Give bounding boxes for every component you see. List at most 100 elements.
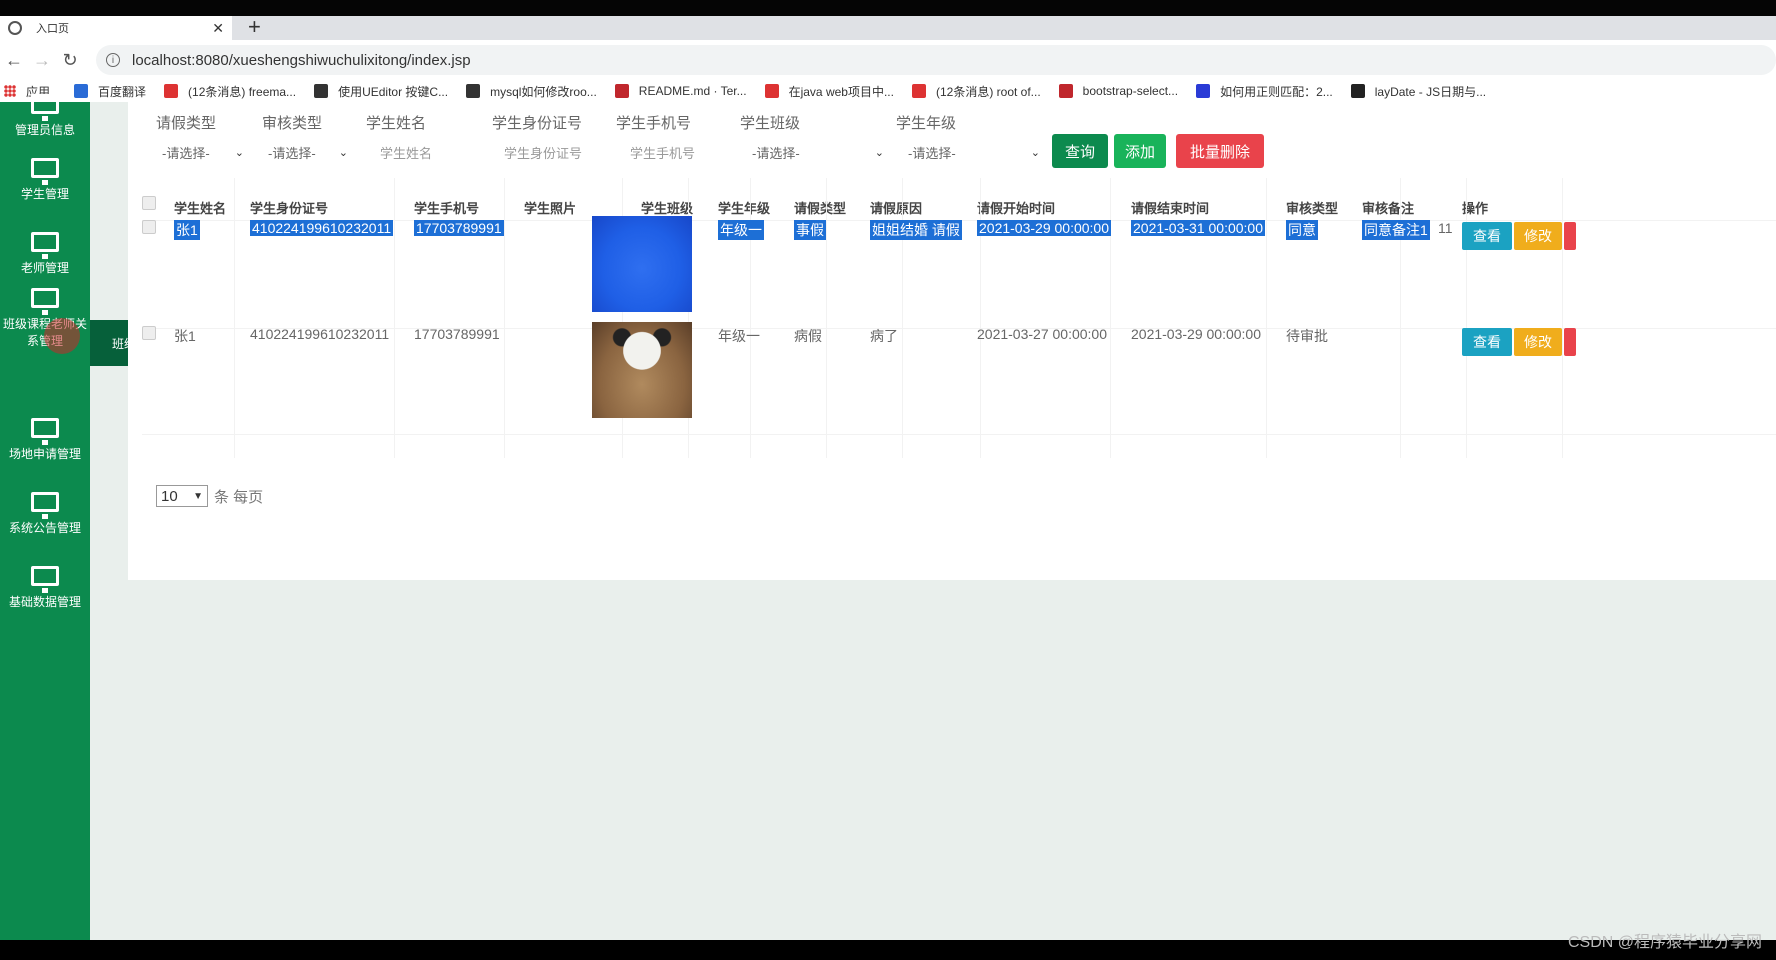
filter-label-leave-type: 请假类型 bbox=[156, 115, 217, 132]
bookmark-icon bbox=[1350, 84, 1365, 98]
edit-button[interactable]: 修改 bbox=[1514, 222, 1562, 250]
sidebar-item-basic-data-management[interactable]: 基础数据管理 bbox=[0, 566, 90, 611]
bookmark-item[interactable]: 在java web项目中... bbox=[764, 83, 894, 100]
table-header-cell: 审核备注 bbox=[1362, 201, 1415, 216]
cell-name: 张1 bbox=[174, 328, 196, 344]
batch-delete-button[interactable]: 批量删除 bbox=[1176, 134, 1264, 168]
cell-id-card: 410224199610232011 bbox=[250, 220, 394, 236]
cell-start: 2021-03-27 00:00:00 bbox=[977, 326, 1107, 342]
table-header-cell: 请假结束时间 bbox=[1131, 201, 1210, 216]
chevron-down-icon: ▼ bbox=[193, 490, 203, 502]
bottom-bezel bbox=[0, 940, 1776, 960]
sidebar-item-label: 场地申请管理 bbox=[8, 447, 81, 461]
table-header-cell: 审核类型 bbox=[1286, 201, 1339, 216]
bookmark-label: 在java web项目中... bbox=[788, 84, 894, 99]
address-bar: ← → ↻ i localhost:8080/xueshengshiwuchul… bbox=[0, 40, 1776, 80]
view-button[interactable]: 查看 bbox=[1462, 222, 1512, 250]
bookmark-item[interactable]: 如何用正则匹配：2... bbox=[1196, 83, 1333, 100]
monitor-icon bbox=[31, 232, 59, 259]
monitor-icon bbox=[31, 418, 59, 445]
top-bezel bbox=[0, 0, 1776, 16]
leave-type-select[interactable]: -请选择- ⌄ bbox=[152, 138, 254, 166]
leave-type-select-value: -请选择- bbox=[162, 145, 210, 161]
chevron-down-icon: ⌄ bbox=[874, 146, 884, 159]
delete-button[interactable] bbox=[1564, 328, 1576, 356]
bookmark-item[interactable]: README.md · Ter... bbox=[614, 84, 747, 98]
sidebar-item-label: 老师管理 bbox=[20, 261, 69, 275]
row-checkbox[interactable] bbox=[142, 220, 156, 234]
student-phone-input[interactable]: 学生手机号 bbox=[630, 138, 726, 166]
student-class-select[interactable]: -请选择- ⌄ bbox=[742, 138, 894, 166]
tab-title: 入口页 bbox=[36, 23, 69, 35]
info-icon[interactable]: i bbox=[106, 53, 120, 67]
close-icon[interactable]: ✕ bbox=[212, 20, 224, 37]
cell-phone: 17703789991 bbox=[414, 220, 504, 236]
student-name-input[interactable]: 学生姓名 bbox=[380, 138, 476, 166]
browser-tab-bar: 入口页 ✕ + bbox=[0, 0, 1776, 40]
cell-end: 2021-03-31 00:00:00 bbox=[1131, 220, 1265, 236]
forward-icon[interactable]: → bbox=[28, 50, 56, 71]
chevron-down-icon: ⌄ bbox=[338, 146, 348, 159]
table-header-cell: 学生身份证号 bbox=[250, 201, 329, 216]
edit-button[interactable]: 修改 bbox=[1514, 328, 1562, 356]
url-input[interactable]: i localhost:8080/xueshengshiwuchulixiton… bbox=[96, 45, 1776, 75]
cell-review-type: 同意 bbox=[1286, 220, 1318, 240]
student-grade-select[interactable]: -请选择- ⌄ bbox=[898, 138, 1050, 166]
cell-phone: 17703789991 bbox=[414, 326, 500, 342]
app-area: 管理员信息学生管理老师管理班级课程老师关系管理场地申请管理系统公告管理基础数据管… bbox=[0, 94, 1776, 940]
bookmark-item[interactable]: bootstrap-select... bbox=[1058, 84, 1179, 98]
table-header-cell: 学生照片 bbox=[524, 201, 577, 216]
student-class-select-value: -请选择- bbox=[752, 145, 800, 161]
monitor-icon bbox=[31, 94, 59, 121]
bookmark-label: 如何用正则匹配：2... bbox=[1220, 84, 1333, 99]
sidebar-item-label: 基础数据管理 bbox=[8, 595, 81, 609]
bookmark-label: (12条消息) freema... bbox=[188, 84, 297, 99]
filter-label-student-class: 学生班级 bbox=[740, 115, 801, 132]
bookmark-label: mysql如何修改roo... bbox=[490, 84, 597, 99]
bookmark-label: bootstrap-select... bbox=[1082, 84, 1179, 98]
bookmark-item[interactable]: (12条消息) freema... bbox=[164, 83, 296, 100]
bookmarks-bar: 应用 百度翻译 (12条消息) freema... 使用UEditor 按键C... m… bbox=[0, 80, 1776, 102]
sidebar-item-announcement-management[interactable]: 系统公告管理 bbox=[0, 492, 90, 537]
chevron-down-icon: ⌄ bbox=[234, 146, 244, 159]
student-photo bbox=[592, 322, 692, 418]
bookmark-icon bbox=[314, 84, 329, 98]
table-header-cell: 学生年级 bbox=[718, 201, 771, 216]
cell-grade: 年级一 bbox=[718, 328, 760, 344]
add-button[interactable]: 添加 bbox=[1114, 134, 1166, 168]
bookmark-icon bbox=[1058, 84, 1073, 98]
bookmark-label: 使用UEditor 按键C... bbox=[338, 84, 449, 99]
bookmark-item[interactable]: 使用UEditor 按键C... bbox=[314, 83, 448, 100]
student-id-input[interactable]: 学生身份证号 bbox=[504, 138, 612, 166]
page-size-select[interactable]: 10 ▼ bbox=[156, 485, 208, 507]
delete-button[interactable] bbox=[1564, 222, 1576, 250]
table-header-cell: 请假原因 bbox=[870, 201, 923, 216]
select-all-checkbox[interactable] bbox=[142, 196, 156, 210]
watermark: CSDN @程序猿毕业分享网 bbox=[1567, 934, 1762, 951]
sidebar-item-admin-info[interactable]: 管理员信息 bbox=[0, 94, 90, 139]
review-type-select[interactable]: -请选择- ⌄ bbox=[258, 138, 358, 166]
reload-icon[interactable]: ↻ bbox=[56, 50, 84, 71]
browser-tab[interactable]: 入口页 ✕ bbox=[0, 16, 232, 40]
bookmark-item[interactable]: (12条消息) root of... bbox=[911, 83, 1041, 100]
row-checkbox[interactable] bbox=[142, 326, 156, 340]
bookmark-item[interactable]: layDate - JS日期与... bbox=[1350, 83, 1486, 100]
bookmark-item[interactable]: mysql如何修改roo... bbox=[466, 83, 597, 100]
monitor-icon bbox=[31, 566, 59, 593]
view-button[interactable]: 查看 bbox=[1462, 328, 1512, 356]
table-header-cell: 学生班级 bbox=[641, 201, 694, 216]
back-icon[interactable]: ← bbox=[0, 50, 28, 71]
cell-reason: 姐姐结婚 请假 bbox=[870, 220, 962, 240]
student-grade-select-value: -请选择- bbox=[908, 145, 956, 161]
sidebar: 管理员信息学生管理老师管理班级课程老师关系管理场地申请管理系统公告管理基础数据管… bbox=[0, 94, 90, 940]
new-tab-icon[interactable]: + bbox=[248, 14, 261, 40]
sidebar-item-venue-application[interactable]: 场地申请管理 bbox=[0, 418, 90, 463]
bookmark-icon bbox=[466, 84, 481, 98]
sidebar-item-label: 管理员信息 bbox=[14, 123, 75, 137]
sidebar-item-teacher-management[interactable]: 老师管理 bbox=[0, 232, 90, 277]
search-button[interactable]: 查询 bbox=[1052, 134, 1108, 168]
cell-name: 张1 bbox=[174, 220, 200, 240]
sidebar-item-student-management[interactable]: 学生管理 bbox=[0, 158, 90, 203]
monitor-icon bbox=[31, 288, 59, 315]
filter-label-student-phone: 学生手机号 bbox=[616, 115, 692, 132]
